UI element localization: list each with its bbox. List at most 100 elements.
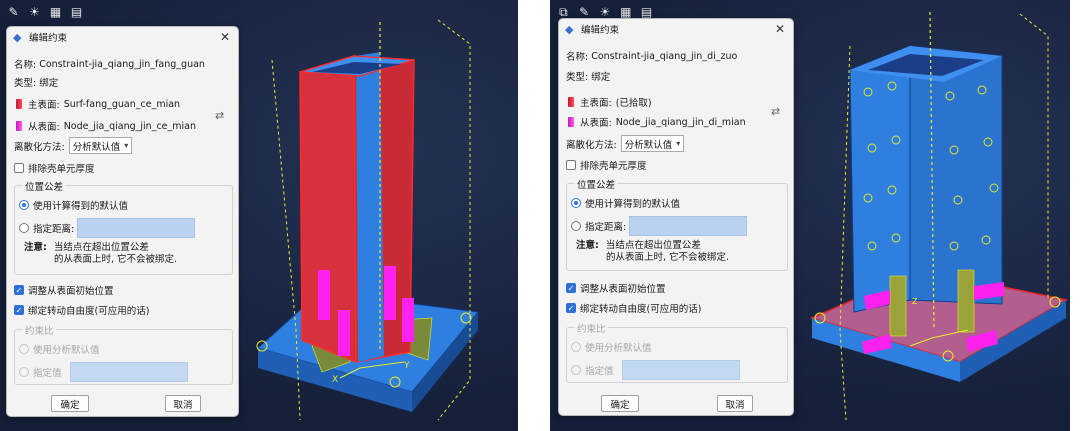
exclude-shell-label: 排除壳单元厚度 [580, 161, 647, 172]
adjust-slave-row[interactable]: ✓ 调整从表面初始位置 [566, 281, 786, 295]
specify-value-label: 指定值 [585, 366, 614, 377]
analysis-default-label: 使用分析默认值 [585, 343, 652, 354]
position-tolerance-group: 位置公差 使用计算得到的默认值 指定距离: 注意: 当结点在超出位置公差 的从表… [566, 177, 788, 271]
slave-surface-icon [568, 117, 574, 127]
name-value: Constraint-jia_qiang_jin_di_zuo [591, 50, 738, 62]
specify-distance-row[interactable]: 指定距离: [19, 218, 225, 238]
select-tool-icon[interactable]: ✎ [6, 5, 21, 20]
slave-surface-value: Node_jia_qiang_jin_di_mian [615, 116, 746, 128]
cancel-button[interactable]: 取消 [165, 395, 201, 412]
slave-surface-label: 从表面: [28, 122, 60, 133]
adjust-slave-row[interactable]: ✓ 调整从表面初始位置 [14, 283, 231, 297]
analysis-default-radio [19, 344, 29, 354]
tie-rotational-row[interactable]: ✓ 绑定转动自由度(可应用的话) [14, 303, 231, 317]
tie-rotational-row[interactable]: ✓ 绑定转动自由度(可应用的话) [566, 301, 786, 315]
column-right-face [909, 45, 1003, 305]
ratio-input [621, 360, 740, 380]
dialog-titlebar: ◆ 编辑约束 ✕ [559, 19, 793, 39]
specify-distance-radio[interactable] [19, 223, 29, 233]
master-surface-label: 主表面: [28, 100, 60, 111]
exclude-shell-checkbox[interactable] [14, 163, 24, 173]
distance-input[interactable] [77, 218, 196, 238]
master-surface-icon [568, 97, 574, 107]
master-surface-row[interactable]: 主表面: (已拾取) [566, 95, 786, 109]
tie-rotational-checkbox[interactable]: ✓ [14, 305, 24, 315]
note-line1: 当结点在超出位置公差 [53, 242, 149, 253]
use-computed-row[interactable]: 使用计算得到的默认值 [571, 196, 780, 210]
analysis-default-radio [571, 342, 581, 352]
cancel-button[interactable]: 取消 [717, 395, 753, 412]
distance-input[interactable] [629, 216, 748, 236]
abaqus-icon: ◆ [565, 22, 574, 36]
adjust-slave-checkbox[interactable]: ✓ [566, 283, 576, 293]
adjust-slave-label: 调整从表面初始位置 [28, 286, 114, 297]
slave-stiffener [338, 310, 350, 356]
lightbulb-icon[interactable]: ☀ [27, 5, 42, 20]
edit-constraint-dialog: ◆ 编辑约束 ✕ 名称: Constraint-jia_qiang_jin_di… [558, 18, 794, 416]
use-computed-row[interactable]: 使用计算得到的默认值 [19, 198, 225, 212]
discretization-label: 离散化方法: [14, 141, 65, 153]
dialog-title: 编辑约束 [29, 33, 68, 44]
specify-distance-row[interactable]: 指定距离: [571, 216, 780, 236]
tie-rotational-label: 绑定转动自由度(可应用的话) [28, 306, 150, 317]
slave-stiffener [402, 298, 414, 342]
master-surface-value: (已拾取) [615, 98, 652, 109]
discretization-value: 分析默认值 [624, 139, 673, 151]
close-icon[interactable]: ✕ [773, 22, 787, 36]
tie-rotational-label: 绑定转动自由度(可应用的话) [580, 304, 702, 315]
axis-y-label: Y [403, 361, 410, 371]
position-tolerance-group: 位置公差 使用计算得到的默认值 指定距离: 注意: 当结点在超出位置公差 的从表… [14, 179, 233, 275]
master-surface-icon [16, 99, 22, 109]
dialog-titlebar: ◆ 编辑约束 ✕ [7, 27, 238, 47]
tie-rotational-checkbox[interactable]: ✓ [566, 303, 576, 313]
note-line1: 当结点在超出位置公差 [605, 240, 701, 251]
reference-plane [1019, 13, 1049, 300]
top-toolbar: ✎ ☀ ▦ ▤ [0, 0, 110, 26]
specify-distance-radio[interactable] [571, 221, 581, 231]
tolerance-note: 注意: 当结点在超出位置公差 的从表面上时, 它不会被绑定. [24, 242, 177, 266]
slave-surface-row[interactable]: 从表面: Node_jia_qiang_jin_di_mian [566, 115, 786, 129]
discretization-select[interactable]: 分析默认值 ▾ [68, 137, 133, 154]
constraint-ratio-group: 约束比 使用分析默认值 指定值 [566, 321, 788, 383]
tube-blue-face [356, 52, 384, 362]
constraint-ratio-legend: 约束比 [23, 323, 56, 337]
right-screenshot: Z ⧉ ✎ ☀ ▦ ▤ ◆ 编辑约束 ✕ 名称: Constraint-jia_… [550, 0, 1080, 431]
slave-surface-value: Node_jia_qiang_jin_ce_mian [63, 120, 196, 132]
exclude-shell-row[interactable]: 排除壳单元厚度 [566, 158, 786, 172]
constraint-ratio-legend: 约束比 [575, 321, 608, 335]
slave-surface-label: 从表面: [580, 118, 612, 129]
note-line2: 的从表面上时, 它不会被绑定. [606, 252, 730, 263]
specify-distance-label: 指定距离: [585, 222, 627, 233]
use-computed-radio[interactable] [571, 198, 581, 208]
exclude-shell-label: 排除壳单元厚度 [28, 164, 95, 175]
note-line2: 的从表面上时, 它不会被绑定. [54, 254, 178, 265]
master-surface-value: Surf-fang_guan_ce_mian [63, 98, 181, 110]
adjust-slave-checkbox[interactable]: ✓ [14, 285, 24, 295]
name-row: 名称: Constraint-jia_qiang_jin_fang_guan [14, 57, 231, 72]
use-computed-label: 使用计算得到的默认值 [585, 199, 681, 210]
ok-button[interactable]: 确定 [51, 395, 89, 412]
discretization-row: 离散化方法: 分析默认值 ▾ [14, 137, 231, 154]
table-icon[interactable]: ▤ [69, 5, 84, 20]
calendar-icon[interactable]: ▦ [48, 5, 63, 20]
type-label: 类型: [566, 72, 589, 83]
close-icon[interactable]: ✕ [218, 30, 232, 44]
note-label: 注意: [576, 240, 599, 251]
type-row: 类型: 绑定 [566, 69, 786, 83]
analysis-default-label: 使用分析默认值 [33, 345, 100, 356]
use-computed-radio[interactable] [19, 200, 29, 210]
exclude-shell-row[interactable]: 排除壳单元厚度 [14, 161, 231, 175]
discretization-select[interactable]: 分析默认值 ▾ [620, 135, 685, 152]
discretization-row: 离散化方法: 分析默认值 ▾ [566, 135, 786, 152]
exclude-shell-checkbox[interactable] [566, 160, 576, 170]
chevron-down-icon: ▾ [676, 139, 681, 148]
slave-surface-icon [16, 121, 22, 131]
ok-button[interactable]: 确定 [601, 395, 639, 412]
stiffener-mesh [889, 275, 907, 337]
name-row: 名称: Constraint-jia_qiang_jin_di_zuo [566, 49, 786, 64]
stiffener-mesh [957, 269, 975, 333]
slave-surface-row[interactable]: 从表面: Node_jia_qiang_jin_ce_mian [14, 119, 231, 133]
column-left-face [849, 45, 911, 313]
master-surface-row[interactable]: 主表面: Surf-fang_guan_ce_mian [14, 97, 231, 111]
chevron-down-icon: ▾ [124, 141, 129, 150]
